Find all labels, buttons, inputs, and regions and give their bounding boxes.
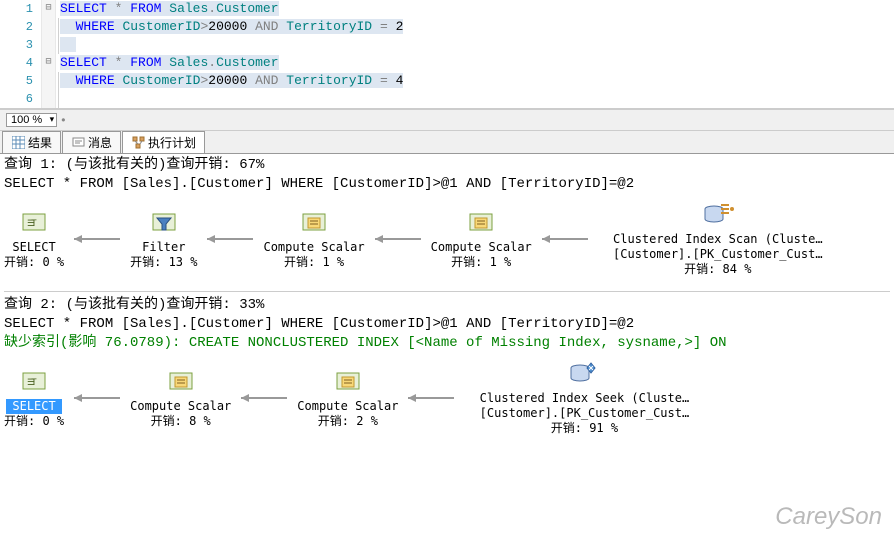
- watermark: CareySon: [775, 503, 882, 531]
- zoom-dropdown[interactable]: 100 %: [6, 113, 57, 127]
- node-sublabel: [Customer].[PK_Customer_Cust…: [613, 247, 823, 262]
- sql-editor[interactable]: 1⊟SELECT * FROM Sales.Customer2 WHERE Cu…: [0, 0, 894, 109]
- seek-icon: [567, 359, 601, 389]
- node-label: Compute Scalar: [130, 399, 231, 414]
- tab-messages-label: 消息: [88, 134, 112, 151]
- plan-arrow: [205, 232, 255, 246]
- node-cost: 开销: 84 %: [684, 262, 751, 277]
- node-label: Compute Scalar: [297, 399, 398, 414]
- fold-toggle: [42, 72, 56, 90]
- plan-node-select[interactable]: T☰ SELECT开销: 0 %: [4, 208, 64, 270]
- compute-icon: [331, 367, 365, 397]
- tab-plan-label: 执行计划: [148, 134, 196, 151]
- plan-node-seek[interactable]: Clustered Index Seek (Cluste…[Customer].…: [464, 359, 704, 436]
- node-cost: 开销: 2 %: [318, 414, 378, 429]
- plan-node-select[interactable]: T☰ SELECT开销: 0 %: [4, 367, 64, 429]
- plan-node-compute[interactable]: Compute Scalar开销: 1 %: [431, 208, 532, 270]
- scan-icon: [701, 200, 735, 230]
- plan-node-scan[interactable]: Clustered Index Scan (Cluste…[Customer].…: [598, 200, 838, 277]
- fold-toggle: [42, 90, 56, 108]
- line-number: 2: [0, 18, 42, 36]
- fold-toggle: [42, 18, 56, 36]
- zoom-dot-icon: •: [61, 113, 65, 127]
- code-line[interactable]: 3: [0, 36, 894, 54]
- fold-toggle[interactable]: ⊟: [42, 0, 56, 18]
- query1-header: 查询 1: (与该批有关的)查询开销: 67%: [4, 156, 890, 175]
- line-number: 4: [0, 54, 42, 72]
- query2-plan-row: T☰SELECT开销: 0 %Compute Scalar开销: 8 %Comp…: [4, 359, 890, 436]
- node-cost: 开销: 1 %: [284, 255, 344, 270]
- filter-icon: [147, 208, 181, 238]
- plan-node-filter[interactable]: Filter开销: 13 %: [130, 208, 197, 270]
- code-line[interactable]: 6: [0, 90, 894, 108]
- query2-header: 查询 2: (与该批有关的)查询开销: 33%: [4, 296, 890, 315]
- code-line[interactable]: 1⊟SELECT * FROM Sales.Customer: [0, 0, 894, 18]
- node-label: Clustered Index Scan (Cluste…: [613, 232, 823, 247]
- plan-arrow: [239, 391, 289, 405]
- svg-text:☰: ☰: [27, 219, 35, 229]
- code-line[interactable]: 5 WHERE CustomerID>20000 AND TerritoryID…: [0, 72, 894, 90]
- plan-separator: [4, 291, 890, 292]
- tab-messages[interactable]: 消息: [62, 131, 121, 153]
- svg-text:☰: ☰: [27, 378, 35, 388]
- node-cost: 开销: 0 %: [4, 255, 64, 270]
- node-cost: 开销: 0 %: [4, 414, 64, 429]
- query1-sql: SELECT * FROM [Sales].[Customer] WHERE […: [4, 175, 890, 194]
- node-label: Clustered Index Seek (Cluste…: [480, 391, 690, 406]
- query1-plan-row: T☰ SELECT开销: 0 % Filter开销: 13 % Compute Sca…: [4, 200, 890, 277]
- select-icon: T☰: [17, 367, 51, 397]
- tab-results[interactable]: 结果: [2, 131, 61, 153]
- plan-arrow: [406, 391, 456, 405]
- node-label: Compute Scalar: [431, 240, 532, 255]
- node-label: Compute Scalar: [263, 240, 364, 255]
- plan-node-compute[interactable]: Compute Scalar开销: 2 %: [297, 367, 398, 429]
- line-number: 3: [0, 36, 42, 54]
- node-cost: 开销: 91 %: [551, 421, 618, 436]
- fold-toggle[interactable]: ⊟: [42, 54, 56, 72]
- plan-icon: [131, 136, 145, 150]
- plan-arrow: [72, 391, 122, 405]
- select-icon: T☰: [17, 208, 51, 238]
- node-label: SELECT: [6, 399, 61, 414]
- compute-icon: [164, 367, 198, 397]
- code-text[interactable]: WHERE CustomerID>20000 AND TerritoryID =…: [56, 72, 403, 90]
- plan-arrow: [540, 232, 590, 246]
- node-cost: 开销: 8 %: [151, 414, 211, 429]
- node-cost: 开销: 1 %: [451, 255, 511, 270]
- node-label: SELECT: [12, 240, 55, 255]
- tab-results-label: 结果: [28, 134, 52, 151]
- compute-icon: [464, 208, 498, 238]
- plan-node-compute[interactable]: Compute Scalar开销: 8 %: [130, 367, 231, 429]
- grid-icon: [11, 136, 25, 150]
- code-text[interactable]: SELECT * FROM Sales.Customer: [56, 0, 279, 18]
- code-text[interactable]: [56, 36, 76, 54]
- line-number: 5: [0, 72, 42, 90]
- code-text[interactable]: [56, 90, 60, 108]
- line-number: 6: [0, 90, 42, 108]
- query2-sql: SELECT * FROM [Sales].[Customer] WHERE […: [4, 315, 890, 334]
- code-text[interactable]: WHERE CustomerID>20000 AND TerritoryID =…: [56, 18, 403, 36]
- plan-arrow: [373, 232, 423, 246]
- zoom-bar: 100 % •: [0, 109, 894, 131]
- node-label: Filter: [142, 240, 185, 255]
- execution-plan-pane[interactable]: 查询 1: (与该批有关的)查询开销: 67% SELECT * FROM [S…: [0, 154, 894, 452]
- message-icon: [71, 136, 85, 150]
- plan-node-compute[interactable]: Compute Scalar开销: 1 %: [263, 208, 364, 270]
- code-line[interactable]: 2 WHERE CustomerID>20000 AND TerritoryID…: [0, 18, 894, 36]
- results-tabs: 结果 消息 执行计划: [0, 131, 894, 154]
- code-line[interactable]: 4⊟SELECT * FROM Sales.Customer: [0, 54, 894, 72]
- tab-execution-plan[interactable]: 执行计划: [122, 131, 205, 153]
- plan-arrow: [72, 232, 122, 246]
- code-text[interactable]: SELECT * FROM Sales.Customer: [56, 54, 279, 72]
- node-cost: 开销: 13 %: [130, 255, 197, 270]
- missing-index-hint[interactable]: 缺少索引(影响 76.0789): CREATE NONCLUSTERED IN…: [4, 334, 890, 353]
- compute-icon: [297, 208, 331, 238]
- line-number: 1: [0, 0, 42, 18]
- fold-toggle: [42, 36, 56, 54]
- node-sublabel: [Customer].[PK_Customer_Cust…: [480, 406, 690, 421]
